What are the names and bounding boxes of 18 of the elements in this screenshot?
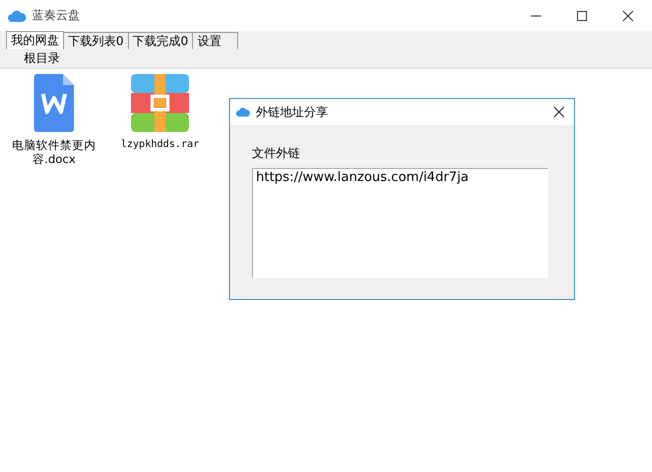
breadcrumb[interactable]: 根目录 (24, 50, 60, 67)
link-field[interactable]: https://www.lanzous.com/i4dr7ja (252, 168, 548, 278)
word-document-icon[interactable] (34, 74, 74, 132)
file-name[interactable]: 电脑软件禁更内容.docx (8, 138, 100, 166)
close-icon[interactable] (553, 106, 565, 118)
tab[interactable]: 我的网盘 (6, 31, 64, 49)
file-name[interactable]: lzypkhdds.rar (120, 138, 200, 152)
close-icon[interactable] (622, 10, 634, 22)
field-label: 文件外链 (252, 145, 301, 162)
maximize-icon[interactable] (576, 10, 588, 22)
window-title: 蓝奏云盘 (32, 7, 80, 24)
tab[interactable]: 下载列表0 (63, 32, 129, 49)
tab[interactable]: 设置 (192, 32, 238, 49)
cloud-icon (236, 107, 250, 117)
archive-icon[interactable] (131, 74, 189, 132)
dialog-title: 外链地址分享 (256, 104, 328, 120)
tab[interactable]: 下载完成0 (128, 32, 194, 49)
cloud-icon (8, 10, 26, 22)
